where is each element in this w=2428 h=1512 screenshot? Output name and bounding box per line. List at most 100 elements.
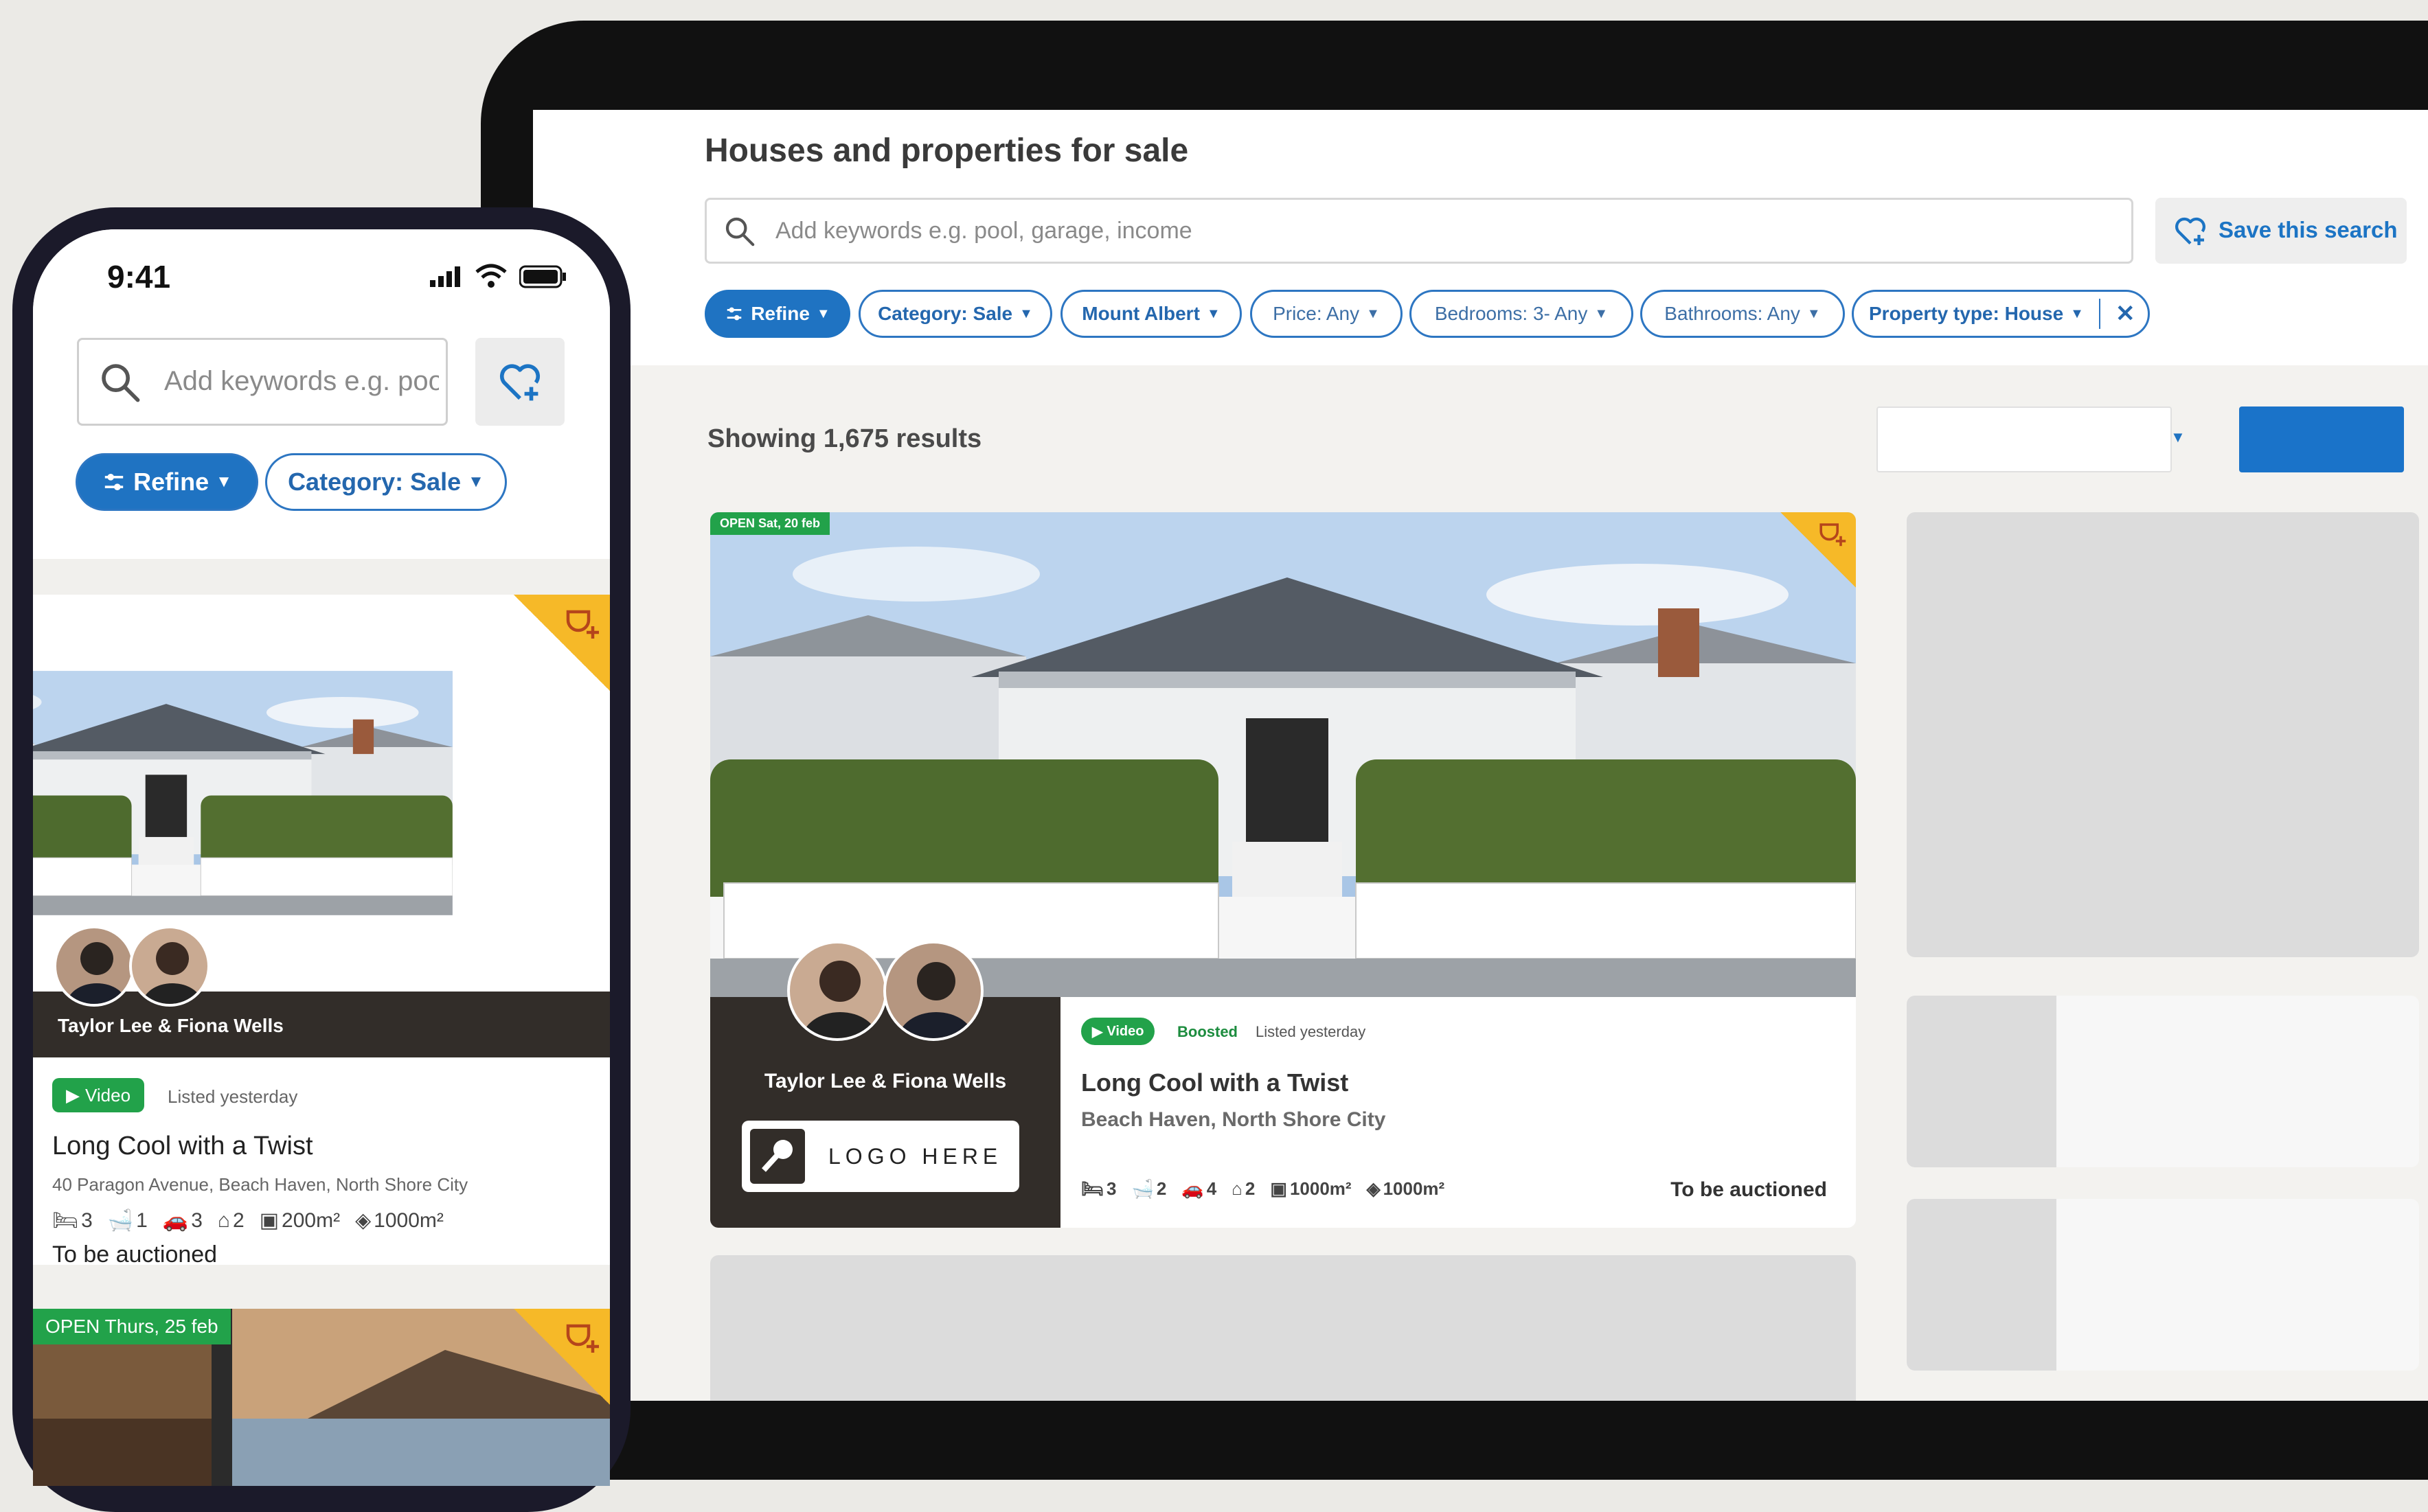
avatar	[787, 941, 887, 1041]
bed-feature: 🛏 3	[1081, 1178, 1116, 1200]
sort-select[interactable]: ▼	[1876, 406, 2186, 472]
view-button[interactable]	[2239, 406, 2404, 472]
chevron-down-icon: ▼	[1019, 306, 1033, 321]
filter-location[interactable]: Mount Albert ▼	[1060, 290, 1242, 338]
listed-date: Listed yesterday	[168, 1086, 298, 1107]
search-placeholder: Add keywords e.g. pool, garage, income	[164, 366, 439, 396]
search-input[interactable]: Add keywords e.g. pool, garage, income	[77, 338, 448, 426]
watchlist-ribbon[interactable]	[514, 1309, 610, 1405]
refine-button[interactable]: Refine ▼	[76, 453, 258, 511]
key-icon	[750, 1129, 805, 1184]
filter-label: Price: Any	[1273, 303, 1360, 324]
filter-category[interactable]: Category: Sale ▼	[859, 290, 1052, 338]
listing-card[interactable]: Taylor Lee & Fiona Wells ▶ Video Listed y…	[33, 595, 610, 1268]
video-label: Video	[85, 1084, 131, 1106]
search-input[interactable]: Add keywords e.g. pool, garage, income	[705, 198, 2133, 264]
bed-feature: 🛏 3	[52, 1209, 93, 1233]
heart-plus-icon	[497, 360, 543, 405]
parking-count: 3	[191, 1209, 203, 1232]
filter-label: Property type: House	[1869, 303, 2064, 324]
watchlist-ribbon[interactable]	[514, 595, 610, 691]
chevron-down-icon: ▼	[1594, 306, 1609, 321]
avatar	[883, 941, 984, 1041]
open-home-badge: OPEN Sat, 20 feb	[710, 512, 830, 535]
listing-features: 🛏 3 🛁 2 🚗 4 ⌂ 2 ▣ 1000m² ◈ 1000m²	[1081, 1178, 1444, 1200]
chevron-down-icon: ▼	[2070, 306, 2084, 321]
filter-price[interactable]: Price: Any ▼	[1250, 290, 1403, 338]
refine-button[interactable]: Refine ▼	[705, 290, 850, 338]
listing-title[interactable]: Long Cool with a Twist	[1081, 1068, 1348, 1097]
save-search-button[interactable]: Save this search	[2155, 198, 2407, 264]
bath-feature: 🛁 1	[108, 1209, 148, 1233]
avatar	[54, 926, 135, 1007]
battery-icon	[519, 265, 567, 292]
play-icon: ▶	[1092, 1024, 1103, 1040]
filter-label: Category: Sale	[288, 468, 462, 496]
refine-label: Refine	[133, 468, 209, 496]
refine-label: Refine	[751, 303, 810, 324]
listing-features: 🛏 3 🛁 1 🚗 3 ⌂ 2 ▣ 200m² ◈ 1000m²	[52, 1209, 444, 1233]
add-favourite-icon	[562, 602, 603, 643]
sale-method: To be auctioned	[52, 1241, 218, 1268]
save-search-button[interactable]	[475, 338, 565, 426]
floor-feature: ▣ 200m²	[260, 1209, 340, 1233]
bedrooms-count: 3	[81, 1209, 93, 1232]
agent-panel: Taylor Lee & Fiona Wells LOGO HERE	[710, 941, 1060, 1228]
chevron-down-icon: ▼	[216, 472, 232, 491]
listed-date: Listed yesterday	[1256, 1023, 1366, 1040]
video-badge[interactable]: ▶ Video	[1081, 1018, 1155, 1045]
parking-count: 4	[1206, 1178, 1217, 1199]
save-search-label: Save this search	[2219, 217, 2398, 242]
garage-icon: ⌂	[1232, 1178, 1243, 1199]
sliders-icon	[102, 470, 126, 494]
status-time: 9:41	[107, 259, 171, 295]
floor-area: 1000m²	[1289, 1178, 1352, 1199]
land-area-icon: ◈	[1366, 1178, 1381, 1199]
garage-icon: ⌂	[217, 1209, 230, 1232]
search-placeholder: Add keywords e.g. pool, garage, income	[775, 218, 1192, 244]
placeholder-card	[1907, 996, 2419, 1167]
car-icon: 🚗	[162, 1209, 189, 1232]
open-home-badge: OPEN Thurs, 25 feb	[33, 1309, 231, 1344]
bathrooms-count: 1	[136, 1209, 148, 1232]
car-icon: 🚗	[1181, 1178, 1204, 1199]
garage-feature: ⌂ 2	[1232, 1178, 1255, 1200]
listing-card[interactable]: OPEN Sat, 20 feb Taylor Lee & Fiona Well…	[710, 512, 1856, 1228]
close-icon[interactable]: ✕	[2115, 300, 2135, 328]
wifi-icon	[474, 262, 508, 293]
land-feature: ◈ 1000m²	[355, 1209, 444, 1233]
listing-address: 40 Paragon Avenue, Beach Haven, North Sh…	[52, 1174, 468, 1195]
filter-bedrooms[interactable]: Bedrooms: 3- Any ▼	[1409, 290, 1633, 338]
tablet-screen: Houses and properties for sale Add keywo…	[533, 110, 2428, 1401]
agent-panel: Taylor Lee & Fiona Wells	[33, 926, 610, 1057]
watchlist-ribbon[interactable]	[1780, 512, 1856, 588]
listing-card[interactable]: OPEN Thurs, 25 feb	[33, 1309, 610, 1486]
land-area-icon: ◈	[355, 1209, 372, 1232]
listing-photo[interactable]	[33, 595, 610, 992]
placeholder-card	[1907, 1199, 2419, 1371]
bedrooms-count: 3	[1107, 1178, 1117, 1199]
agency-logo: LOGO HERE	[742, 1121, 1019, 1192]
floor-area: 200m²	[282, 1209, 341, 1232]
bathrooms-count: 2	[1156, 1178, 1167, 1199]
filter-category[interactable]: Category: Sale ▼	[265, 453, 507, 511]
listing-photo[interactable]: OPEN Sat, 20 feb	[710, 512, 1856, 997]
chevron-down-icon: ▼	[2170, 428, 2186, 446]
sliders-icon	[725, 304, 744, 323]
logo-text: LOGO HERE	[828, 1144, 1003, 1169]
chevron-down-icon: ▼	[1366, 306, 1380, 321]
garage-feature: ⌂ 2	[218, 1209, 245, 1233]
sale-method: To be auctioned	[1670, 1178, 1827, 1201]
filter-bathrooms[interactable]: Bathrooms: Any ▼	[1640, 290, 1845, 338]
filter-label: Category: Sale	[878, 303, 1013, 324]
floor-feature: ▣ 1000m²	[1270, 1178, 1351, 1200]
search-icon	[723, 215, 756, 248]
chevron-down-icon: ▼	[1206, 306, 1221, 321]
placeholder-card	[710, 1255, 1856, 1401]
listing-location: Beach Haven, North Shore City	[1081, 1108, 1386, 1131]
chevron-down-icon: ▼	[816, 306, 830, 321]
video-badge[interactable]: ▶ Video	[52, 1078, 145, 1112]
floor-area-icon: ▣	[259, 1209, 280, 1232]
filter-property-type[interactable]: Property type: House ▼ ✕	[1852, 290, 2150, 338]
listing-title[interactable]: Long Cool with a Twist	[52, 1132, 313, 1161]
